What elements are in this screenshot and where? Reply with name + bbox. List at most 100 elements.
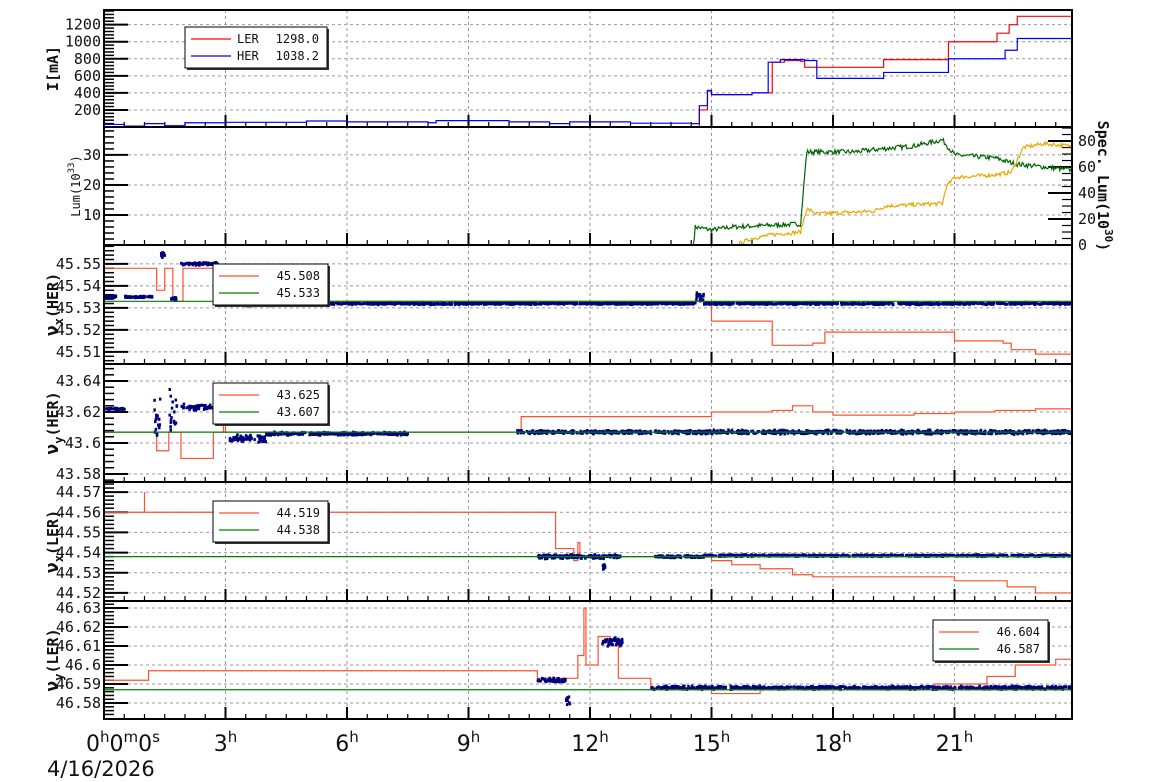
series-group (104, 607, 1072, 707)
measured-point (864, 553, 867, 557)
measured-point (594, 301, 598, 305)
measured-point (936, 301, 939, 305)
measured-point (907, 301, 910, 305)
legend: 45.508 45.533 (212, 263, 330, 307)
measured-point (873, 302, 877, 306)
y-tick-label: 43.58 (56, 465, 101, 483)
y2-label-main: Spec. Lum(10 (1094, 121, 1112, 229)
measured-point (527, 301, 530, 305)
measured-point (541, 677, 544, 681)
measured-point (602, 567, 606, 571)
measured-point (462, 301, 465, 305)
measured-point (175, 404, 179, 408)
measured-point (592, 432, 595, 436)
y-tick-label: 600 (74, 67, 101, 85)
measured-point (951, 302, 954, 306)
y-tick-label: 45.55 (56, 255, 101, 273)
measured-point (257, 440, 260, 444)
measured-point (836, 302, 839, 306)
measured-point (400, 432, 404, 436)
y-tick-label: 44.55 (56, 523, 101, 541)
measured-point (381, 302, 384, 306)
measured-point (158, 426, 161, 430)
legend-value: 43.625 (277, 388, 320, 402)
y-tick-label: 43.64 (56, 372, 101, 390)
measured-point (581, 302, 584, 306)
measured-point (675, 301, 679, 305)
y-tick-label: 20 (83, 176, 101, 194)
measured-point (172, 419, 176, 423)
measured-point (169, 428, 173, 432)
measured-point (207, 405, 211, 409)
measured-point (817, 302, 821, 306)
measured-point (624, 302, 627, 306)
measured-point (130, 295, 133, 299)
measured-point (1051, 301, 1055, 305)
measured-point (1061, 301, 1064, 305)
measured-point (170, 406, 174, 410)
measured-point (777, 301, 780, 305)
legend-value: 44.538 (277, 523, 320, 537)
measured-point (188, 407, 191, 411)
measured-point (851, 302, 854, 306)
measured-point (984, 302, 987, 306)
measured-point (611, 301, 614, 305)
measured-point (160, 254, 163, 258)
measured-point (566, 301, 569, 305)
measured-point (639, 301, 642, 305)
measured-point (564, 678, 567, 682)
y-tick-label: 43.62 (56, 403, 101, 421)
measured-point (543, 557, 547, 561)
measured-point (148, 295, 152, 299)
series-set-line (104, 607, 1072, 695)
measured-point (948, 302, 952, 306)
measured-point (557, 302, 560, 306)
measured-point (924, 302, 927, 306)
measured-point (508, 302, 511, 306)
measured-point (659, 686, 662, 690)
measured-point (1037, 428, 1041, 432)
measured-point (182, 406, 185, 410)
measured-point (671, 302, 675, 306)
measured-point (429, 303, 432, 307)
measured-point (695, 294, 699, 298)
y-tick-label: 45.54 (56, 277, 101, 295)
measured-point (157, 417, 161, 421)
measured-point (941, 301, 945, 305)
measured-point (1004, 302, 1008, 306)
measured-point (583, 301, 587, 305)
measured-point (341, 301, 345, 305)
measured-point (606, 638, 609, 642)
measured-point (171, 400, 174, 404)
y-tick-label: 46.58 (56, 694, 101, 712)
measured-point (203, 262, 206, 266)
measured-point (189, 405, 193, 409)
measured-point (565, 703, 569, 707)
measured-point (548, 677, 551, 681)
measured-point (846, 302, 850, 306)
y-label-nu: ν (42, 325, 63, 336)
y-label-rest: (LER) (44, 628, 62, 673)
measured-point (687, 302, 690, 306)
measured-point (366, 432, 369, 436)
y2-tick-label: 40 (1078, 184, 1096, 202)
measured-point (916, 301, 920, 305)
measured-point (603, 640, 607, 644)
measured-point (347, 302, 351, 306)
measured-point (391, 301, 394, 305)
measured-point (183, 262, 187, 266)
measured-point (586, 302, 589, 306)
measured-point (258, 437, 262, 441)
measured-point (209, 262, 213, 266)
measured-point (1067, 302, 1070, 306)
measured-point (174, 398, 178, 402)
measured-point (329, 301, 333, 305)
measured-point (250, 436, 253, 440)
y-label-rest: (HER) (44, 273, 62, 318)
measured-point (237, 437, 240, 441)
measured-point (832, 428, 836, 432)
measured-point (543, 679, 547, 683)
measured-point (967, 302, 971, 306)
measured-point (469, 301, 473, 305)
measured-point (830, 302, 834, 306)
